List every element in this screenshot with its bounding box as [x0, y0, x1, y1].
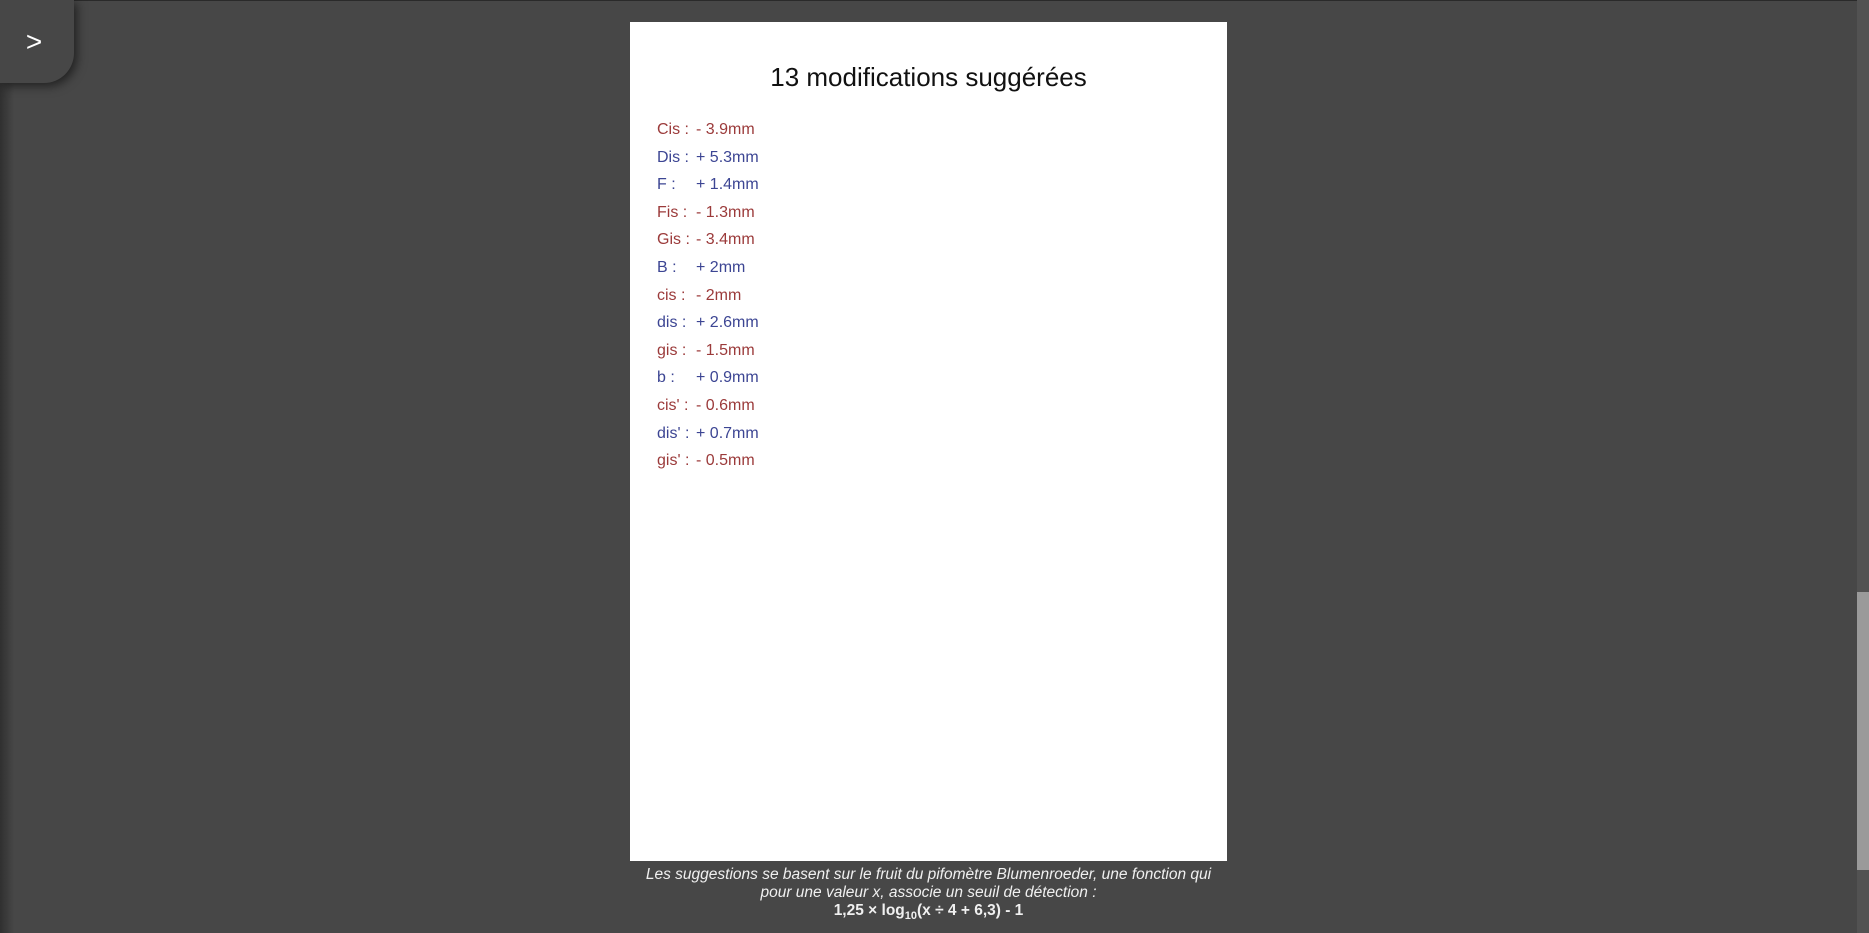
modification-item: gis' : - 0.5mm [657, 447, 759, 475]
formula-subscript: 10 [904, 910, 918, 923]
note-name: dis' [657, 424, 681, 442]
scrollbar-thumb[interactable] [1857, 592, 1869, 870]
change-value: 0.6mm [705, 396, 755, 414]
note-name: b [657, 369, 666, 387]
sidebar-toggle-button[interactable]: > [0, 0, 74, 83]
separator: : [676, 286, 690, 304]
note-name: cis [657, 286, 677, 304]
note-name: dis [657, 314, 678, 332]
suggestions-page: 13 modifications suggérées Cis : - 3.9mm… [630, 22, 1227, 861]
change-sign: + [696, 258, 706, 276]
modification-item: Dis : + 5.3mm [657, 144, 759, 172]
formula: 1,25 × log10(x ÷ 4 + 6,3) - 1 [630, 902, 1227, 925]
separator: : [680, 121, 694, 138]
change-sign: + [696, 314, 706, 332]
note-name: B [657, 258, 668, 276]
modifications-list: Cis : - 3.9mm Dis : + 5.3mm F : + 1.4mm Fis… [657, 116, 759, 475]
change-value: 0.5mm [705, 452, 755, 470]
note-name: Cis [657, 121, 681, 138]
note-name: Dis [657, 148, 681, 166]
modification-item: b : + 0.9mm [657, 364, 759, 392]
change-value: 2.6mm [709, 314, 759, 332]
separator: : [680, 452, 694, 470]
chevron-right-icon: > [25, 25, 43, 57]
caption: Les suggestions se basent sur le fruit d… [630, 866, 1227, 925]
change-value: 1.5mm [705, 341, 755, 359]
modification-item: Fis : - 1.3mm [657, 199, 759, 227]
change-sign: + [696, 148, 706, 166]
modification-item: gis : - 1.5mm [657, 337, 759, 365]
change-sign: + [696, 176, 706, 194]
modification-item: Cis : - 3.9mm [657, 116, 759, 144]
change-value: 0.7mm [709, 424, 759, 442]
change-value: 3.4mm [705, 231, 755, 249]
caption-line-1: Les suggestions se basent sur le fruit d… [645, 866, 1212, 883]
separator: : [680, 424, 694, 442]
change-sign: + [696, 369, 706, 387]
change-value: 2mm [705, 286, 742, 304]
separator: : [678, 203, 692, 221]
modification-item: dis' : + 0.7mm [657, 420, 759, 448]
modification-item: B : + 2mm [657, 254, 759, 282]
formula-suffix: (x ÷ 4 + 6,3) - 1 [917, 902, 1024, 919]
change-value: 5.3mm [709, 148, 759, 166]
page-title: 13 modifications suggérées [770, 62, 1087, 92]
change-value: 1.4mm [709, 176, 759, 194]
separator: : [666, 176, 681, 194]
note-name: gis' [657, 452, 681, 470]
vertical-scrollbar[interactable] [1857, 0, 1869, 933]
separator: : [680, 148, 694, 166]
modification-item: cis' : - 0.6mm [657, 392, 759, 420]
top-border [0, 0, 1869, 1]
separator: : [677, 314, 691, 332]
change-value: 3.9mm [705, 121, 755, 138]
modification-item: dis : + 2.6mm [657, 309, 759, 337]
modification-item: Gis : - 3.4mm [657, 226, 759, 254]
separator: : [667, 258, 682, 276]
note-name: Gis [657, 231, 681, 249]
separator: : [679, 396, 693, 414]
separator: : [665, 369, 680, 387]
separator: : [677, 341, 691, 359]
change-value: 0.9mm [709, 369, 759, 387]
caption-line-2: pour une valeur x, associe un seuil de d… [760, 884, 1097, 901]
change-value: 1.3mm [705, 203, 755, 221]
formula-prefix: 1,25 × log [833, 902, 905, 919]
separator: : [681, 231, 695, 249]
modification-item: F : + 1.4mm [657, 171, 759, 199]
change-sign: + [696, 424, 706, 442]
note-name: Fis [657, 203, 679, 221]
note-name: F [657, 176, 667, 194]
change-value: 2mm [709, 258, 746, 276]
modification-item: cis : - 2mm [657, 282, 759, 310]
note-name: gis [657, 341, 678, 359]
sidebar-edge-shadow [0, 0, 14, 933]
note-name: cis' [657, 396, 680, 414]
